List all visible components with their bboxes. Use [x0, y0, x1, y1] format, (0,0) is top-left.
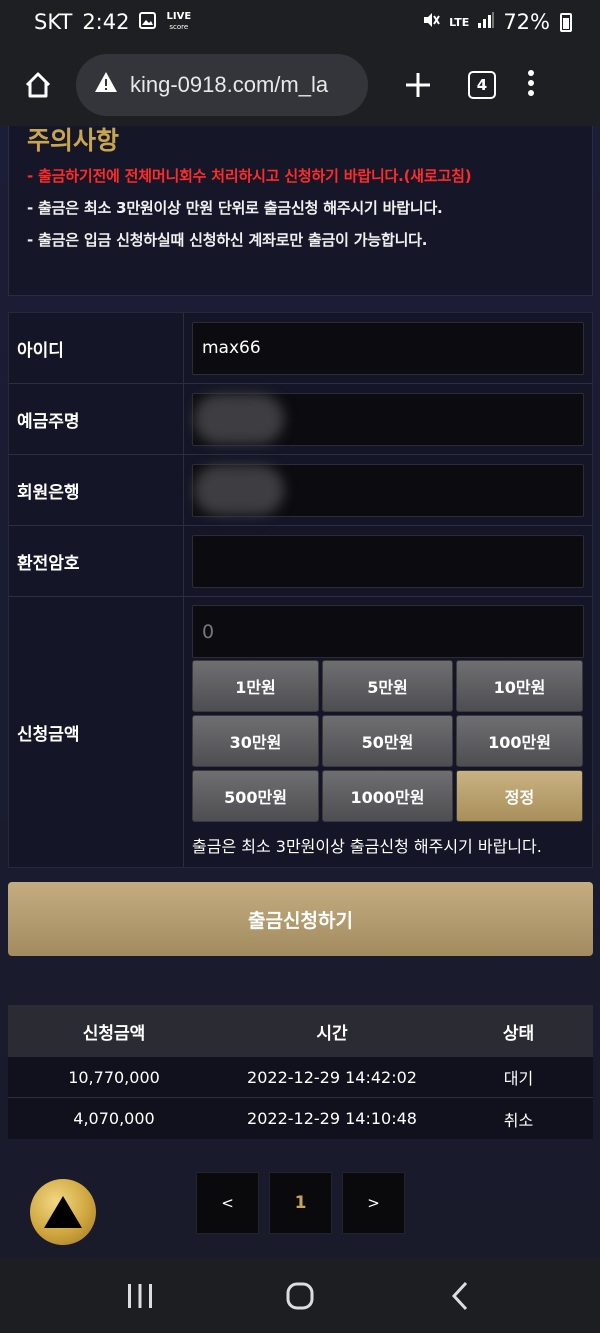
address-bar[interactable]: king-0918.com/m_la	[76, 54, 368, 116]
table-row: 10,770,000 2022-12-29 14:42:02 대기	[8, 1057, 593, 1098]
new-tab-button[interactable]	[368, 63, 468, 107]
bank-field[interactable]	[192, 463, 584, 517]
notice-title: 주의사항	[27, 126, 120, 155]
home-circle-icon	[286, 1282, 314, 1309]
form-row-bank: 회원은행	[9, 455, 592, 526]
cell-amount: 4,070,000	[73, 1109, 155, 1128]
back-chevron-icon	[451, 1281, 468, 1310]
reset-amount-button[interactable]: 정정	[456, 770, 583, 822]
form-row-depositor: 예금주명	[9, 384, 592, 455]
status-bar: SKT 2:42 LIVE score LTE 72%	[0, 0, 600, 44]
id-value: max66	[202, 338, 261, 358]
triangle-up-icon	[44, 1196, 82, 1228]
column-header-status: 상태	[502, 1023, 535, 1044]
form-row-amount: 신청금액 0 1만원 5만원 10만원 30만원 50만원 100만원 500만…	[9, 597, 592, 867]
plus-icon	[406, 73, 430, 97]
carrier-label: SKT	[34, 10, 73, 34]
cell-time: 2022-12-29 14:10:48	[247, 1109, 417, 1128]
clock: 2:42	[82, 10, 130, 34]
submit-withdraw-button[interactable]: 출금신청하기	[8, 882, 593, 956]
notice-line: - 출금은 최소 3만원이상 만원 단위로 출금신청 해주시기 바랍니다.	[27, 199, 443, 217]
system-nav-bar	[0, 1258, 600, 1333]
password-label: 환전암호	[9, 526, 184, 596]
amount-button-10000000[interactable]: 1000만원	[322, 770, 453, 822]
id-field[interactable]: max66	[192, 321, 584, 375]
warning-icon	[94, 71, 118, 99]
id-label: 아이디	[9, 313, 184, 383]
amount-button-50000[interactable]: 5만원	[322, 660, 453, 712]
page-button-current[interactable]: 1	[269, 1172, 332, 1234]
amount-button-300000[interactable]: 30만원	[192, 715, 319, 767]
url-text: king-0918.com/m_la	[130, 72, 329, 97]
cell-status: 대기	[503, 1069, 534, 1088]
table-row: 4,070,000 2022-12-29 14:10:48 취소	[8, 1098, 593, 1139]
notice-line: - 출금하기전에 전체머니회수 처리하시고 신청하기 바랍니다.(새로고침)	[27, 167, 472, 185]
battery-icon	[560, 12, 572, 32]
next-page-button[interactable]: >	[342, 1172, 405, 1234]
amount-button-5000000[interactable]: 500만원	[192, 770, 319, 822]
more-vert-icon	[528, 69, 534, 96]
exchange-password-field[interactable]	[192, 534, 584, 588]
scroll-top-button[interactable]	[30, 1179, 96, 1245]
depositor-label: 예금주명	[9, 384, 184, 454]
amount-button-500000[interactable]: 50만원	[322, 715, 453, 767]
page-content: 주의사항 - 출금하기전에 전체머니회수 처리하시고 신청하기 바랍니다.(새로…	[0, 126, 600, 1258]
network-type: LTE	[449, 15, 470, 29]
recent-apps-button[interactable]	[110, 1283, 170, 1309]
browser-toolbar: king-0918.com/m_la 4	[0, 44, 600, 126]
cell-status: 취소	[503, 1110, 534, 1130]
signal-icon	[477, 10, 495, 34]
browser-menu-button[interactable]	[496, 69, 566, 102]
home-icon	[25, 72, 51, 98]
withdraw-form: 아이디 max66 예금주명 회원은행 환전암호 신청금액 0 1만원 5만원 …	[8, 312, 593, 868]
tabs-button[interactable]: 4	[468, 71, 496, 99]
gallery-icon	[139, 11, 157, 33]
withdraw-history-table: 신청금액 시간 상태 10,770,000 2022-12-29 14:42:0…	[8, 1005, 593, 1139]
amount-button-1000000[interactable]: 100만원	[456, 715, 583, 767]
amount-placeholder: 0	[202, 620, 215, 643]
amount-button-grid: 1만원 5만원 10만원 30만원 50만원 100만원 500만원 1000만…	[192, 660, 584, 822]
prev-page-button[interactable]: <	[196, 1172, 259, 1234]
bank-label: 회원은행	[9, 455, 184, 525]
battery-percent: 72%	[503, 10, 550, 34]
amount-input[interactable]: 0	[192, 605, 584, 658]
amount-button-10000[interactable]: 1만원	[192, 660, 319, 712]
column-header-amount: 신청금액	[82, 1023, 146, 1044]
amount-note: 출금은 최소 3만원이상 출금신청 해주시기 바랍니다.	[192, 837, 542, 856]
table-header: 신청금액 시간 상태	[8, 1005, 593, 1057]
form-row-id: 아이디 max66	[9, 313, 592, 384]
live-score-icon: LIVE score	[166, 11, 192, 32]
recents-icon	[128, 1283, 152, 1308]
mute-icon	[421, 10, 441, 35]
cell-amount: 10,770,000	[68, 1067, 160, 1087]
notice-line: - 출금은 입금 신청하실때 신청하신 계좌로만 출금이 가능합니다.	[27, 231, 428, 249]
tab-count: 4	[476, 76, 488, 94]
pagination: < 1 >	[196, 1172, 405, 1234]
form-row-password: 환전암호	[9, 526, 592, 597]
column-header-time: 시간	[316, 1023, 348, 1044]
amount-button-100000[interactable]: 10만원	[456, 660, 583, 712]
redacted-blur	[194, 465, 284, 515]
notice-box: 주의사항 - 출금하기전에 전체머니회수 처리하시고 신청하기 바랍니다.(새로…	[8, 126, 593, 296]
redacted-blur	[194, 394, 284, 444]
amount-label: 신청금액	[9, 597, 184, 867]
home-button[interactable]	[0, 70, 76, 100]
depositor-field[interactable]	[192, 392, 584, 446]
home-nav-button[interactable]	[270, 1281, 330, 1311]
cell-time: 2022-12-29 14:42:02	[247, 1067, 417, 1087]
back-button[interactable]	[430, 1281, 490, 1311]
